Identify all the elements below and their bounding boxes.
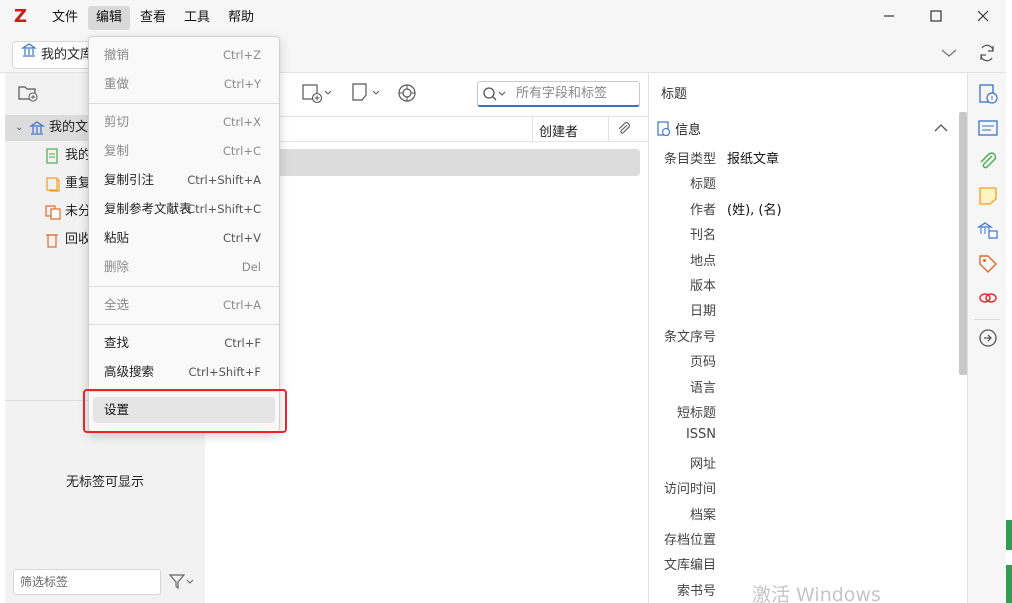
field-label: 标题 [689,177,716,192]
field-label: 语言 [689,381,716,396]
tags-empty-message: 无标签可显示 [65,475,144,490]
new-collection-icon[interactable] [17,83,39,107]
activation-watermark: 激活 Windows [752,584,881,603]
menu-help[interactable]: 帮助 [220,6,262,30]
info-section-icon[interactable] [977,83,999,105]
menu-redo[interactable]: 重做 Ctrl+Y [93,71,275,97]
field-value[interactable]: 报纸文章 [727,148,779,167]
tag-filter-options-icon[interactable] [167,571,195,595]
new-item-icon[interactable] [301,82,337,108]
menu-copy-bibliography[interactable]: 复制参考文献表 Ctrl+Shift+C [93,196,275,222]
trash-icon [45,232,59,258]
field-label: 日期 [689,304,716,319]
menu-delete[interactable]: 删除 Del [93,254,275,280]
minimize-icon[interactable] [874,4,904,32]
notes-icon[interactable] [977,185,999,207]
menu-file[interactable]: 文件 [44,6,86,30]
collapse-chevron-up-icon[interactable] [933,122,949,138]
info-section-header[interactable]: 信息 [657,119,701,141]
menu-edit[interactable]: 编辑 [88,6,131,30]
field-label: ISSN [685,427,716,442]
field-label: 作者 [689,203,716,218]
field-label: 条文序号 [663,330,716,345]
locate-icon[interactable] [396,82,418,108]
related-icon[interactable] [977,287,999,309]
info-icon [657,120,671,141]
maximize-icon[interactable] [921,4,951,32]
field-label: 索书号 [676,584,716,599]
tags-icon[interactable] [977,253,999,275]
settings-highlight-box [83,389,287,433]
field-label: 网址 [689,457,716,472]
menu-bar: Z 文件 编辑 查看 工具 帮助 [0,0,1006,36]
field-label: 刊名 [689,228,716,243]
details-scrollbar[interactable] [959,112,967,375]
menu-copy[interactable]: 复制 Ctrl+C [93,138,275,164]
column-creator[interactable]: 创建者 [539,121,578,140]
collection-label: 我的文 [49,120,89,135]
field-label: 存档位置 [663,533,716,548]
abstract-icon[interactable] [977,117,999,139]
menu-find[interactable]: 查找 Ctrl+F [93,330,275,356]
tabs-dropdown-chevron-icon[interactable] [940,45,958,65]
field-label: 访问时间 [663,482,716,497]
new-note-icon[interactable] [351,82,387,108]
item-title-header: 标题 [661,87,688,102]
desktop-edge [1006,0,1012,603]
item-sidenav [967,73,1006,603]
edit-menu-dropdown: 撤销 Ctrl+Z 重做 Ctrl+Y 剪切 Ctrl+X 复制 Ctrl+C 复制引注… [88,36,280,433]
field-label: 档案 [689,508,716,523]
close-icon[interactable] [968,4,998,32]
zotero-logo-icon: Z [14,6,28,27]
menu-cut[interactable]: 剪切 Ctrl+X [93,109,275,135]
field-value[interactable]: (姓), (名) [727,199,782,218]
libraries-collections-icon[interactable] [977,219,999,241]
menu-select-all[interactable]: 全选 Ctrl+A [93,292,275,318]
attachments-icon[interactable] [977,151,999,173]
tab-library-label: 我的文库 [41,47,94,63]
field-label: 短标题 [676,406,716,421]
info-section-label: 信息 [675,123,702,138]
library-icon [21,42,37,68]
menu-view[interactable]: 查看 [132,6,174,30]
menu-advanced-search[interactable]: 高级搜索 Ctrl+Shift+F [93,359,275,385]
field-label: 文库编目 [663,558,716,573]
locate-arrow-icon[interactable] [977,327,999,349]
item-details-pane: 标题 信息 条目类型 报纸文章 标题 作者 (姓), (名) 刊名 地点 版本 日期 条文序号 页码… [648,73,958,603]
attachment-column-icon[interactable] [616,121,632,141]
field-label: 条目类型 [663,152,716,167]
field-label: 地点 [689,254,716,269]
sync-icon[interactable] [977,43,997,67]
menu-undo[interactable]: 撤销 Ctrl+Z [93,42,275,68]
field-label: 页码 [689,355,716,370]
menu-copy-citation[interactable]: 复制引注 Ctrl+Shift+A [93,167,275,193]
field-label: 版本 [689,279,716,294]
expand-chevron-icon[interactable]: ⌄ [15,115,23,141]
search-icon[interactable] [482,86,508,106]
menu-paste[interactable]: 粘贴 Ctrl+V [93,225,275,251]
tag-filter-input[interactable]: 筛选标签 [13,569,161,595]
menu-tools[interactable]: 工具 [176,6,218,30]
